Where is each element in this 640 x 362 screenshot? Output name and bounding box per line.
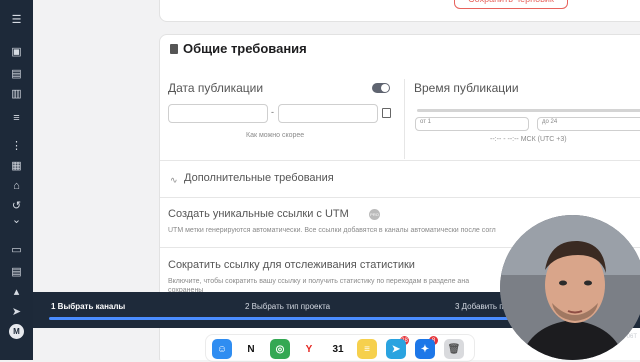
m-logo-icon[interactable]: M <box>9 324 24 339</box>
pro-badge: PRO <box>369 209 380 220</box>
filter-list-icon[interactable]: ⋮ <box>9 138 24 153</box>
calendar-icon[interactable] <box>382 108 391 118</box>
utm-description: UTM метки генерируются автоматически. Вс… <box>168 227 496 234</box>
chrome-icon[interactable]: ◎ <box>270 339 290 359</box>
clipboard-icon <box>170 44 178 54</box>
presenter-face-image <box>500 215 640 360</box>
macos-dock: ☺N◎Y31≡28➤8✦🗑 <box>205 334 475 362</box>
section-title: Общие требования <box>183 41 307 56</box>
publication-time-label: Время публикации <box>414 81 519 95</box>
section-divider-1 <box>160 160 640 161</box>
menu-icon[interactable]: ☰ <box>9 12 24 27</box>
briefcase-icon[interactable]: ▣ <box>9 44 24 59</box>
chevron-down-icon[interactable]: ⌄ <box>9 212 24 227</box>
publication-date-hint: Как можно скорее <box>246 132 305 139</box>
time-to-input[interactable]: до 24 <box>537 117 640 131</box>
clipboard-icon[interactable]: ▤ <box>9 264 24 279</box>
publication-date-label: Дата публикации <box>168 81 264 95</box>
history-icon[interactable]: ↺ <box>9 198 24 213</box>
section-divider-2 <box>160 197 640 198</box>
step-3[interactable]: 3 Добавить п <box>455 302 504 311</box>
time-from-input[interactable]: от 1 <box>415 117 529 131</box>
activity-icon: ∿ <box>170 175 178 185</box>
date-range-dash: - <box>271 107 274 117</box>
time-from-placeholder: от 1 <box>420 119 431 125</box>
telegram-icon[interactable]: ➤ <box>386 339 406 359</box>
notes-icon[interactable]: ≡ <box>357 339 377 359</box>
list-icon[interactable]: ≡ <box>9 110 24 125</box>
grid-icon[interactable]: ▦ <box>9 158 24 173</box>
utm-title: Создать уникальные ссылки с UTM <box>168 208 349 220</box>
megaphone-icon[interactable]: ▴ <box>9 284 24 299</box>
shorten-link-title: Сократить ссылку для отслеживания статис… <box>168 259 415 271</box>
finder-icon[interactable]: ☺ <box>212 339 232 359</box>
document-icon[interactable]: ▥ <box>9 86 24 101</box>
yandex-browser-icon[interactable]: Y <box>299 339 319 359</box>
previous-card: Сохранить черновик <box>159 0 640 22</box>
notion-icon[interactable]: N <box>241 339 261 359</box>
step-1[interactable]: 1 Выбрать каналы <box>51 302 125 311</box>
shorten-link-description-1: Включите, чтобы сократить вашу ссылку и … <box>168 278 470 285</box>
extra-requirements-title[interactable]: Дополнительные требования <box>184 172 334 184</box>
image-icon[interactable]: ▤ <box>9 66 24 81</box>
safari-icon[interactable]: ✦ <box>415 339 435 359</box>
sidebar: ☰ ▣ ▤ ▥ ≡ ⋮ ▦ ⌂ ↺ ⌄ ▭ ▤ ▴ ➤ M <box>0 0 33 360</box>
date-to-input[interactable] <box>278 104 378 123</box>
publication-date-toggle[interactable] <box>372 83 390 93</box>
column-divider <box>404 79 405 159</box>
save-draft-button[interactable]: Сохранить черновик <box>454 0 568 9</box>
step-2[interactable]: 2 Выбрать тип проекта <box>245 302 330 311</box>
calendar-icon[interactable]: 31 <box>328 339 348 359</box>
timezone-hint: --:-- - --:-- МСК (UTC +3) <box>490 136 567 143</box>
bank-icon[interactable]: ⌂ <box>9 178 24 193</box>
time-range-slider[interactable] <box>417 109 640 112</box>
webcam-overlay <box>500 215 640 360</box>
chat-icon[interactable]: ▭ <box>9 242 24 257</box>
time-to-placeholder: до 24 <box>542 119 558 125</box>
trash-icon[interactable]: 🗑 <box>444 339 464 359</box>
date-from-input[interactable] <box>168 104 268 123</box>
send-icon[interactable]: ➤ <box>9 304 24 319</box>
